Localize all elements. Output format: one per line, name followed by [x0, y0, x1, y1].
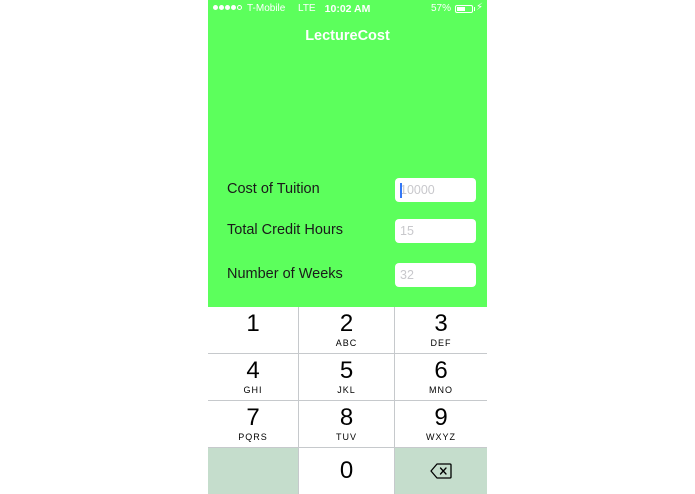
key-blank — [208, 448, 299, 494]
key-5[interactable]: 5 JKL — [299, 354, 395, 401]
charging-bolt-icon: ⚡︎ — [475, 2, 483, 13]
credit-hours-label: Total Credit Hours — [227, 222, 344, 238]
key-1[interactable]: 1 — [208, 307, 299, 354]
tuition-label: Cost of Tuition — [227, 181, 320, 197]
key-4[interactable]: 4 GHI — [208, 354, 299, 401]
key-3[interactable]: 3 DEF — [395, 307, 487, 354]
tuition-input[interactable] — [395, 178, 476, 202]
status-bar: T-Mobile LTE 10:02 AM 57% ⚡︎ — [208, 0, 487, 18]
key-0[interactable]: 0 — [299, 448, 395, 494]
text-caret — [400, 183, 402, 198]
backspace-icon — [430, 463, 452, 479]
key-6[interactable]: 6 MNO — [395, 354, 487, 401]
key-8[interactable]: 8 TUV — [299, 401, 395, 448]
credit-hours-input[interactable] — [395, 219, 476, 243]
app-background: T-Mobile LTE 10:02 AM 57% ⚡︎ LectureCost… — [208, 0, 487, 307]
battery-fill — [457, 7, 465, 11]
battery-percent: 57% — [430, 3, 451, 14]
key-9[interactable]: 9 WXYZ — [395, 401, 487, 448]
key-2[interactable]: 2 ABC — [299, 307, 395, 354]
app-title: LectureCost — [305, 28, 390, 44]
weeks-input[interactable] — [395, 263, 476, 287]
battery-icon — [455, 5, 473, 13]
weeks-label: Number of Weeks — [227, 266, 343, 282]
key-7[interactable]: 7 PQRS — [208, 401, 299, 448]
delete-key[interactable] — [395, 448, 487, 494]
phone-screen: T-Mobile LTE 10:02 AM 57% ⚡︎ LectureCost… — [208, 0, 487, 494]
number-keypad: 1 2 ABC 3 DEF 4 GHI 5 JKL 6 MNO 7 PQRS 8 — [208, 307, 487, 494]
battery-nub — [473, 7, 475, 11]
